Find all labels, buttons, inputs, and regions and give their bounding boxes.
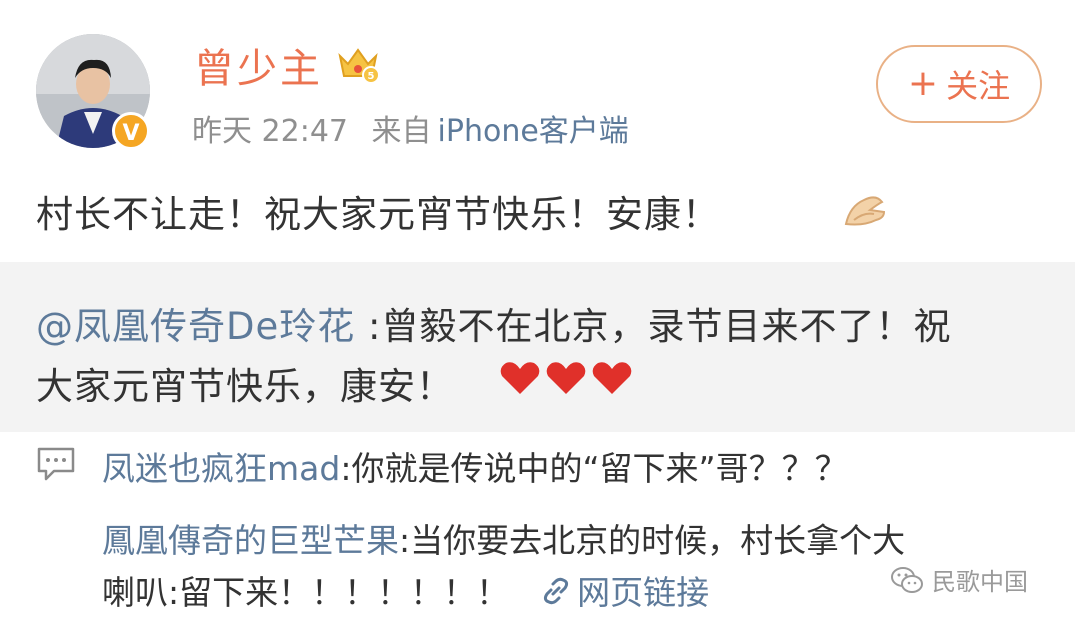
post-time: 昨天 22:47: [192, 114, 348, 149]
web-link-label: 网页链接: [577, 573, 710, 612]
username[interactable]: 曾少主: [194, 36, 323, 94]
follow-label: 关注: [946, 67, 1011, 105]
watermark: 民歌中国: [890, 562, 1028, 597]
comment-text: 喇叭:留下来！！！！！！！: [102, 573, 510, 612]
comment-author-link[interactable]: 凤迷也疯狂mad: [102, 449, 340, 488]
post-meta: 昨天 22:47 来自 iPhone客户端: [192, 106, 629, 150]
wechat-icon: [891, 566, 923, 593]
watermark-text: 民歌中国: [932, 568, 1028, 596]
source-prefix: 来自: [371, 114, 432, 149]
comment-item: 凤迷也疯狂mad:你就是传说中的“留下来”哥？？？: [102, 442, 848, 490]
follow-button[interactable]: + 关注: [876, 45, 1042, 123]
crown-badge-icon: 5: [338, 48, 380, 84]
source-client-link[interactable]: iPhone客户端: [438, 114, 629, 149]
repost-line-1: @凤凰传奇De玲花 :曾毅不在北京，录节目来不了！祝: [36, 296, 952, 350]
comment-text: :你就是传说中的“留下来”哥？？？: [340, 449, 848, 488]
red-hearts-emoji: [500, 362, 632, 394]
comment-item: 鳳凰傳奇的巨型芒果:当你要去北京的时候，村长拿个大: [102, 514, 905, 562]
post-text: 村长不让走！祝大家元宵节快乐！安康！: [36, 193, 720, 236]
verified-v-icon: V: [112, 112, 150, 150]
repost-line-2: 大家元宵节快乐，康安！: [36, 365, 454, 408]
web-link[interactable]: 网页链接: [539, 573, 709, 612]
comment-item-continued: 喇叭:留下来！！！！！！！ 网页链接: [102, 566, 709, 614]
plus-icon: +: [907, 63, 939, 104]
repost-text-1: :曾毅不在北京，录节目来不了！祝: [355, 305, 952, 348]
comment-icon[interactable]: [36, 446, 76, 482]
svg-text:5: 5: [368, 71, 375, 82]
comment-text: :当你要去北京的时候，村长拿个大: [399, 521, 906, 560]
repost-mention-link[interactable]: @凤凰传奇De玲花: [36, 305, 355, 348]
hands-together-emoji: [844, 196, 886, 226]
comment-author-link[interactable]: 鳳凰傳奇的巨型芒果: [102, 521, 399, 560]
link-icon: [544, 577, 569, 605]
